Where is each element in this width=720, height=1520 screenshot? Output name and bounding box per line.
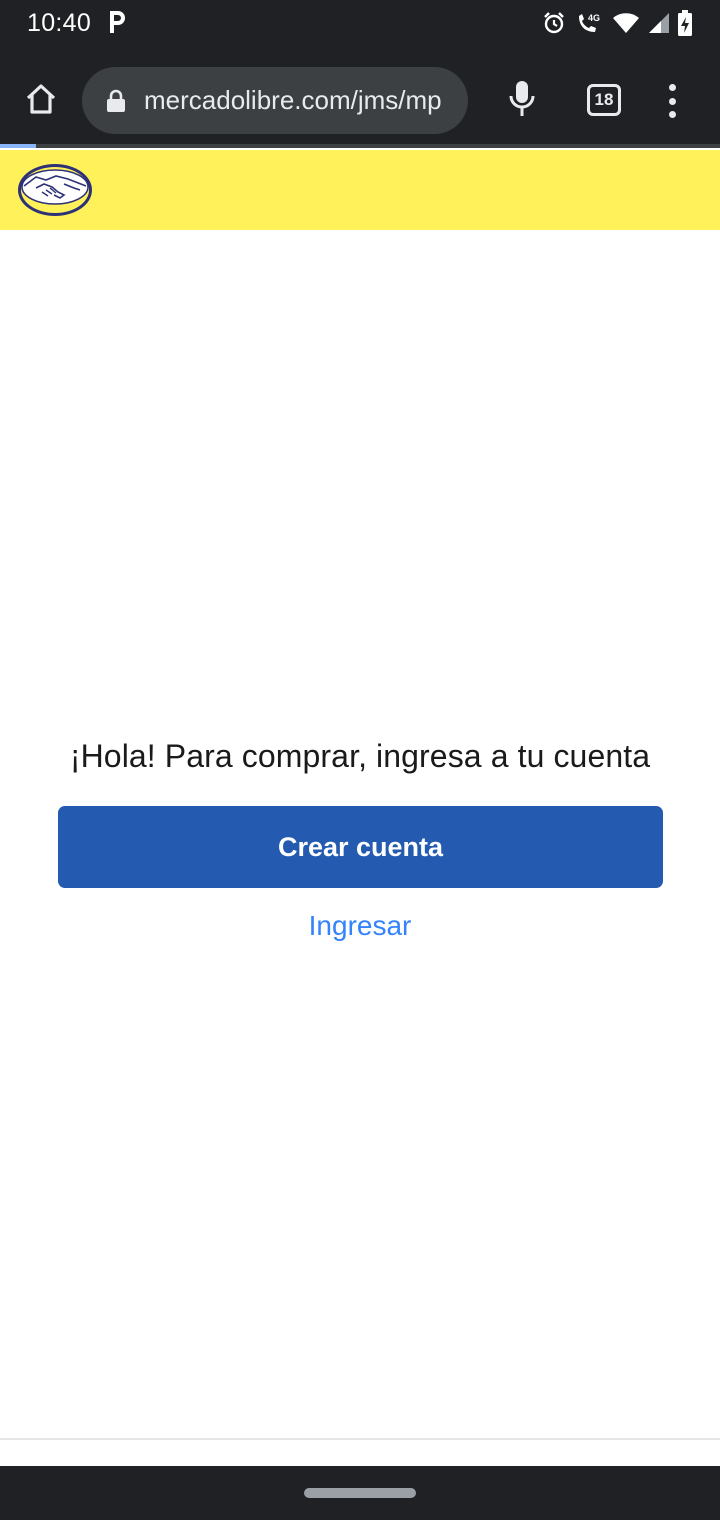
lock-icon [107,89,125,112]
cellular-signal-icon [649,13,669,33]
site-header [0,150,720,230]
menu-dot [668,97,676,105]
divider [0,1438,720,1440]
more-vert-icon[interactable] [662,84,682,118]
page-title: ¡Hola! Para comprar, ingresa a tu cuenta [69,738,651,774]
mercado-libre-handshake-logo[interactable] [16,162,94,218]
home-gesture-handle[interactable] [304,1488,416,1498]
page-load-progress [0,144,720,148]
tab-count: 18 [594,90,614,109]
url-bar[interactable]: mercadolibre.com/jms/mp [82,67,468,134]
main-content: ¡Hola! Para comprar, ingresa a tu cuenta… [0,230,720,1438]
url-text: mercadolibre.com/jms/mp [144,85,442,115]
page-load-progress-fill [0,144,36,148]
browser-toolbar: mercadolibre.com/jms/mp 18 [0,48,720,146]
parking-icon [110,11,125,33]
create-account-button[interactable]: Crear cuenta [58,806,663,888]
alarm-icon [544,12,564,34]
voice-search-button[interactable] [504,80,540,120]
menu-dot [668,111,676,118]
wifi-icon [613,13,639,33]
network-label: 4G [588,13,600,23]
battery-charging-icon [678,10,692,36]
tabs-button[interactable]: 18 [587,84,621,116]
home-button[interactable] [20,78,62,120]
menu-dot [668,84,676,91]
system-nav-bar [0,1466,720,1520]
status-icons: 4G [542,9,692,37]
wifi-calling-icon: 4G [579,13,600,32]
home-icon [26,84,56,114]
mic-icon [509,81,535,116]
status-time: 10:40 [27,9,92,37]
login-link[interactable]: Ingresar [0,910,720,942]
status-bar: 10:40 4G [0,0,720,48]
